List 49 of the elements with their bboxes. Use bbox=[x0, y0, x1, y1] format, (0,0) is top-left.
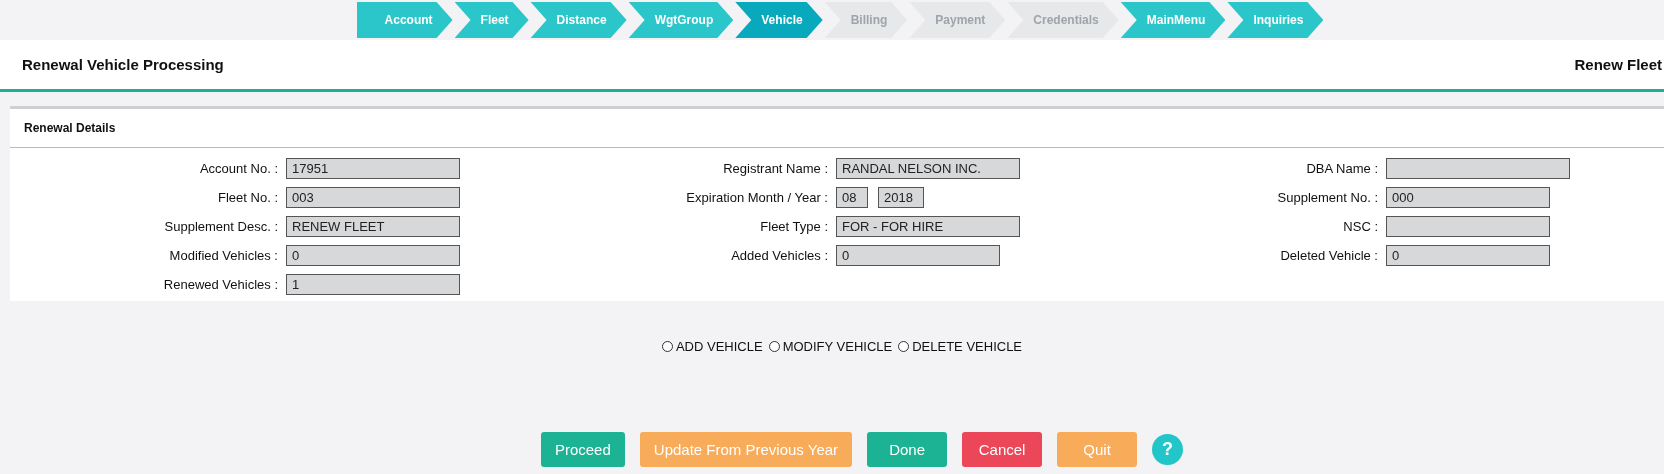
step-tab[interactable]: Account bbox=[356, 2, 453, 38]
field-label: DBA Name : bbox=[1305, 161, 1378, 176]
field-label: NSC : bbox=[1342, 219, 1378, 234]
step-tab[interactable]: Fleet bbox=[454, 2, 529, 38]
field-label: Added Vehicles : bbox=[730, 248, 828, 263]
input-field[interactable]: RANDAL NELSON INC. bbox=[836, 158, 1020, 179]
radio-label: ADD VEHICLE bbox=[675, 339, 763, 354]
step-tab[interactable]: MainMenu bbox=[1120, 2, 1226, 38]
input-field[interactable] bbox=[1386, 216, 1550, 237]
field-label: Account No. : bbox=[198, 161, 278, 176]
action-button[interactable]: Proceed bbox=[540, 432, 625, 467]
action-button[interactable]: Quit bbox=[1057, 432, 1138, 467]
action-button[interactable]: Done bbox=[867, 432, 948, 467]
input-field[interactable]: 1 bbox=[286, 274, 460, 295]
step-tab[interactable]: Inquiries bbox=[1227, 2, 1324, 38]
mode-title: Renew Fleet bbox=[1574, 56, 1662, 73]
input-field[interactable] bbox=[1386, 158, 1570, 179]
input-field[interactable]: 000 bbox=[1386, 187, 1550, 208]
field-label: Supplement No. : bbox=[1276, 190, 1378, 205]
radio-label: MODIFY VEHICLE bbox=[782, 339, 893, 354]
input-field[interactable]: FOR - FOR HIRE bbox=[836, 216, 1020, 237]
help-button[interactable]: ? bbox=[1152, 434, 1184, 465]
step-tab[interactable]: Distance bbox=[530, 2, 627, 38]
page-title: Renewal Vehicle Processing bbox=[22, 56, 224, 73]
input-field[interactable]: 08 bbox=[836, 187, 868, 208]
input-field[interactable]: 2018 bbox=[878, 187, 924, 208]
input-field[interactable]: 0 bbox=[286, 245, 460, 266]
field-label: Fleet No. : bbox=[217, 190, 278, 205]
action-button[interactable]: Cancel bbox=[962, 432, 1043, 467]
input-field[interactable]: 0 bbox=[1386, 245, 1550, 266]
action-button[interactable]: Update From Previous Year bbox=[639, 432, 853, 467]
panel-title: Renewal Details bbox=[24, 121, 116, 135]
radio-button[interactable] bbox=[661, 341, 673, 352]
field-label: Modified Vehicles : bbox=[168, 248, 278, 263]
radio-label: DELETE VEHICLE bbox=[912, 339, 1023, 354]
step-tab[interactable]: Vehicle bbox=[735, 2, 823, 38]
input-field[interactable]: RENEW FLEET bbox=[286, 216, 460, 237]
radio-button[interactable] bbox=[898, 341, 910, 352]
field-label: Renewed Vehicles : bbox=[162, 277, 278, 292]
step-tab[interactable]: WgtGroup bbox=[628, 2, 734, 38]
input-field[interactable]: 0 bbox=[836, 245, 1000, 266]
input-field[interactable]: 17951 bbox=[286, 158, 460, 179]
field-label: Deleted Vehicle : bbox=[1279, 248, 1378, 263]
field-label: Registrant Name : bbox=[722, 161, 828, 176]
field-label: Expiration Month / Year : bbox=[685, 190, 828, 205]
field-label: Fleet Type : bbox=[759, 219, 828, 234]
field-label: Supplement Desc. : bbox=[163, 219, 278, 234]
radio-button[interactable] bbox=[768, 341, 780, 352]
input-field[interactable]: 003 bbox=[286, 187, 460, 208]
